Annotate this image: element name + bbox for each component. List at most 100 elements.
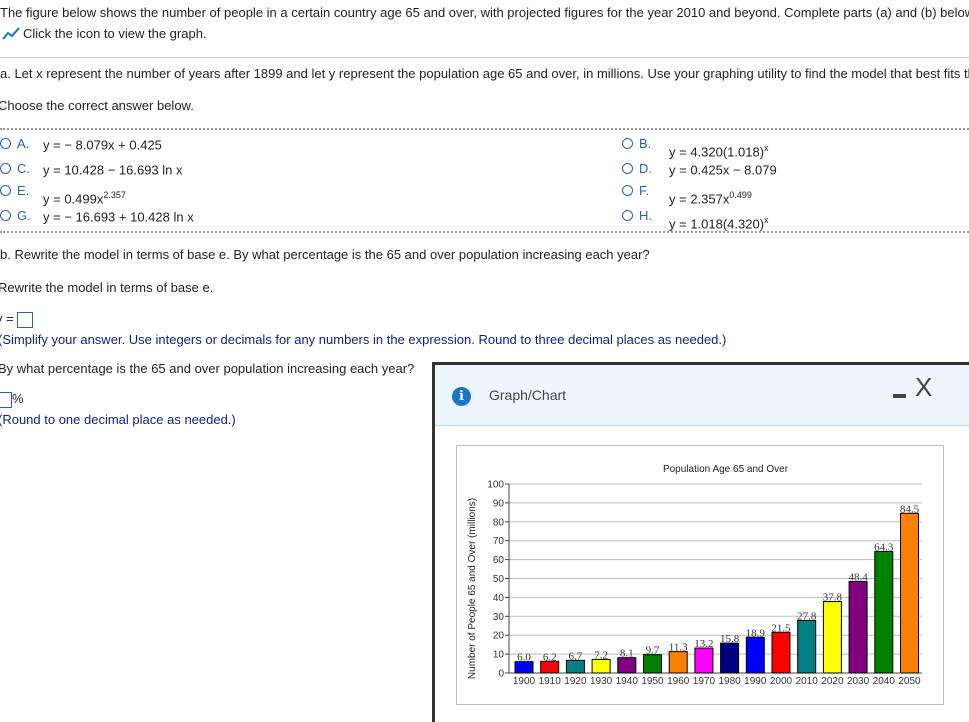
equation-exponent: 2.357 xyxy=(103,190,126,200)
y-equation-row: y = xyxy=(0,311,34,328)
equation-text: y = − 8.079x + 0.425 xyxy=(43,137,162,153)
popup-title: Graph/Chart xyxy=(489,387,567,403)
divider xyxy=(0,231,969,233)
y-tick-label: 50 xyxy=(493,574,505,585)
part-a-instruction: Choose the correct answer below. xyxy=(0,98,194,113)
x-tick-label: 1910 xyxy=(539,676,562,687)
radio-button[interactable] xyxy=(622,210,633,221)
divider xyxy=(0,57,969,58)
equation-text: y = − 16.693 + 10.428 ln x xyxy=(43,209,194,225)
x-tick-label: 2000 xyxy=(770,676,793,687)
chart-frame: Population Age 65 and Over Number of Peop… xyxy=(456,445,944,705)
graph-link[interactable]: Click the icon to view the graph. xyxy=(2,26,207,41)
y-tick-label: 30 xyxy=(493,612,505,623)
option-equation: y = 2.357x0.499 xyxy=(669,190,752,206)
graph-icon[interactable] xyxy=(2,26,20,41)
popup-header[interactable]: i Graph/Chart X xyxy=(435,365,969,426)
bar-1970 xyxy=(694,647,714,674)
bar-1960 xyxy=(668,651,688,674)
y-equals-label: y = xyxy=(0,311,14,326)
y-tick-label: 60 xyxy=(493,555,505,566)
minimize-button[interactable] xyxy=(893,394,906,398)
option-d[interactable]: D. y = 0.425x − 8.079 xyxy=(622,161,777,177)
bar-chart: Population Age 65 and Over Number of Peop… xyxy=(467,464,922,687)
radio-button[interactable] xyxy=(0,185,11,196)
data-label: 6.0 xyxy=(517,652,531,664)
option-letter: G. xyxy=(17,208,31,223)
x-tick-label: 1920 xyxy=(564,676,587,687)
y-tick-label: 70 xyxy=(493,536,505,547)
x-tick-label: 2020 xyxy=(821,676,844,687)
option-letter: D. xyxy=(639,161,652,176)
equation-text: y = 2.357x xyxy=(669,191,730,207)
chart-title: Population Age 65 and Over xyxy=(663,464,789,475)
equation-text: y = 0.425x − 8.079 xyxy=(669,162,777,178)
bar-2030 xyxy=(848,581,868,674)
y-tick-label: 90 xyxy=(493,498,505,509)
divider xyxy=(0,128,969,130)
bar-1930 xyxy=(591,658,611,674)
data-label: 48.4 xyxy=(848,572,868,584)
radio-button[interactable] xyxy=(0,163,11,174)
data-label: 11.3 xyxy=(669,642,688,654)
graph-link-text[interactable]: Click the icon to view the graph. xyxy=(23,26,207,41)
option-equation: y = 4.320(1.018)x xyxy=(669,143,769,159)
data-label: 8.1 xyxy=(620,648,634,660)
option-letter: F. xyxy=(639,183,650,198)
option-g[interactable]: G. y = − 16.693 + 10.428 ln x xyxy=(0,208,194,224)
graph-chart-popup: i Graph/Chart X Population Age 65 and Ov… xyxy=(432,362,969,722)
option-h[interactable]: H. y = 1.018(4.320)x xyxy=(622,208,769,231)
option-letter: C. xyxy=(17,161,30,176)
option-a[interactable]: A. y = − 8.079x + 0.425 xyxy=(0,136,162,152)
percent-sign: % xyxy=(12,391,24,406)
equation-exponent: 0.499 xyxy=(729,190,752,200)
option-equation: y = − 8.079x + 0.425 xyxy=(43,136,162,152)
data-label: 27.8 xyxy=(797,610,817,622)
equation-exponent: x xyxy=(764,215,769,225)
option-e[interactable]: E. y = 0.499x2.357 xyxy=(0,183,126,206)
option-b[interactable]: B. y = 4.320(1.018)x xyxy=(622,136,769,159)
radio-button[interactable] xyxy=(0,138,11,149)
data-label: 7.2 xyxy=(594,649,608,661)
equation-text: y = 10.428 − 16.693 ln x xyxy=(43,162,183,178)
percent-answer-input[interactable] xyxy=(0,391,12,408)
option-letter: A. xyxy=(17,136,30,151)
option-equation: y = − 16.693 + 10.428 ln x xyxy=(43,208,194,224)
option-equation: y = 10.428 − 16.693 ln x xyxy=(43,161,183,177)
intro-text: The figure below shows the number of peo… xyxy=(0,5,969,20)
radio-button[interactable] xyxy=(622,163,633,174)
option-f[interactable]: F. y = 2.357x0.499 xyxy=(622,183,752,206)
option-equation: y = 0.499x2.357 xyxy=(43,190,126,206)
data-label: 9.7 xyxy=(646,645,660,657)
y-tick-label: 80 xyxy=(493,517,505,528)
part-a-prompt: a. Let x represent the number of years a… xyxy=(0,66,969,81)
data-label: 21.5 xyxy=(771,622,791,634)
option-letter: B. xyxy=(639,136,652,151)
rewrite-instruction: Rewrite the model in terms of base e. xyxy=(0,280,214,295)
percent-row: % xyxy=(0,391,24,408)
part-b-prompt: b. Rewrite the model in terms of base e.… xyxy=(0,247,650,262)
equation-text: y = 4.320(1.018) xyxy=(669,144,765,160)
bar-2020 xyxy=(822,601,842,674)
option-letter: E. xyxy=(17,183,30,198)
bar-1950 xyxy=(643,654,662,674)
equation-exponent: x xyxy=(764,143,769,153)
data-label: 13.2 xyxy=(694,638,713,650)
data-label: 6.2 xyxy=(543,651,557,663)
x-tick-label: 1980 xyxy=(718,676,741,687)
simplify-hint: (Simplify your answer. Use integers or d… xyxy=(0,332,727,347)
data-label: 15.8 xyxy=(720,633,740,645)
equation-text: y = 0.499x xyxy=(43,191,104,207)
radio-button[interactable] xyxy=(622,185,633,196)
round-hint: (Round to one decimal place as needed.) xyxy=(0,412,236,427)
bar-1990 xyxy=(745,636,765,674)
close-button[interactable]: X xyxy=(915,374,932,400)
y-tick-label: 0 xyxy=(498,669,504,680)
y-tick-label: 100 xyxy=(487,480,504,491)
radio-button[interactable] xyxy=(0,210,11,221)
radio-button[interactable] xyxy=(622,138,633,149)
bar-2010 xyxy=(797,619,817,674)
model-answer-input[interactable] xyxy=(17,311,34,328)
option-c[interactable]: C. y = 10.428 − 16.693 ln x xyxy=(0,161,183,177)
y-axis-label: Number of People 65 and Over (millions) xyxy=(467,498,478,679)
